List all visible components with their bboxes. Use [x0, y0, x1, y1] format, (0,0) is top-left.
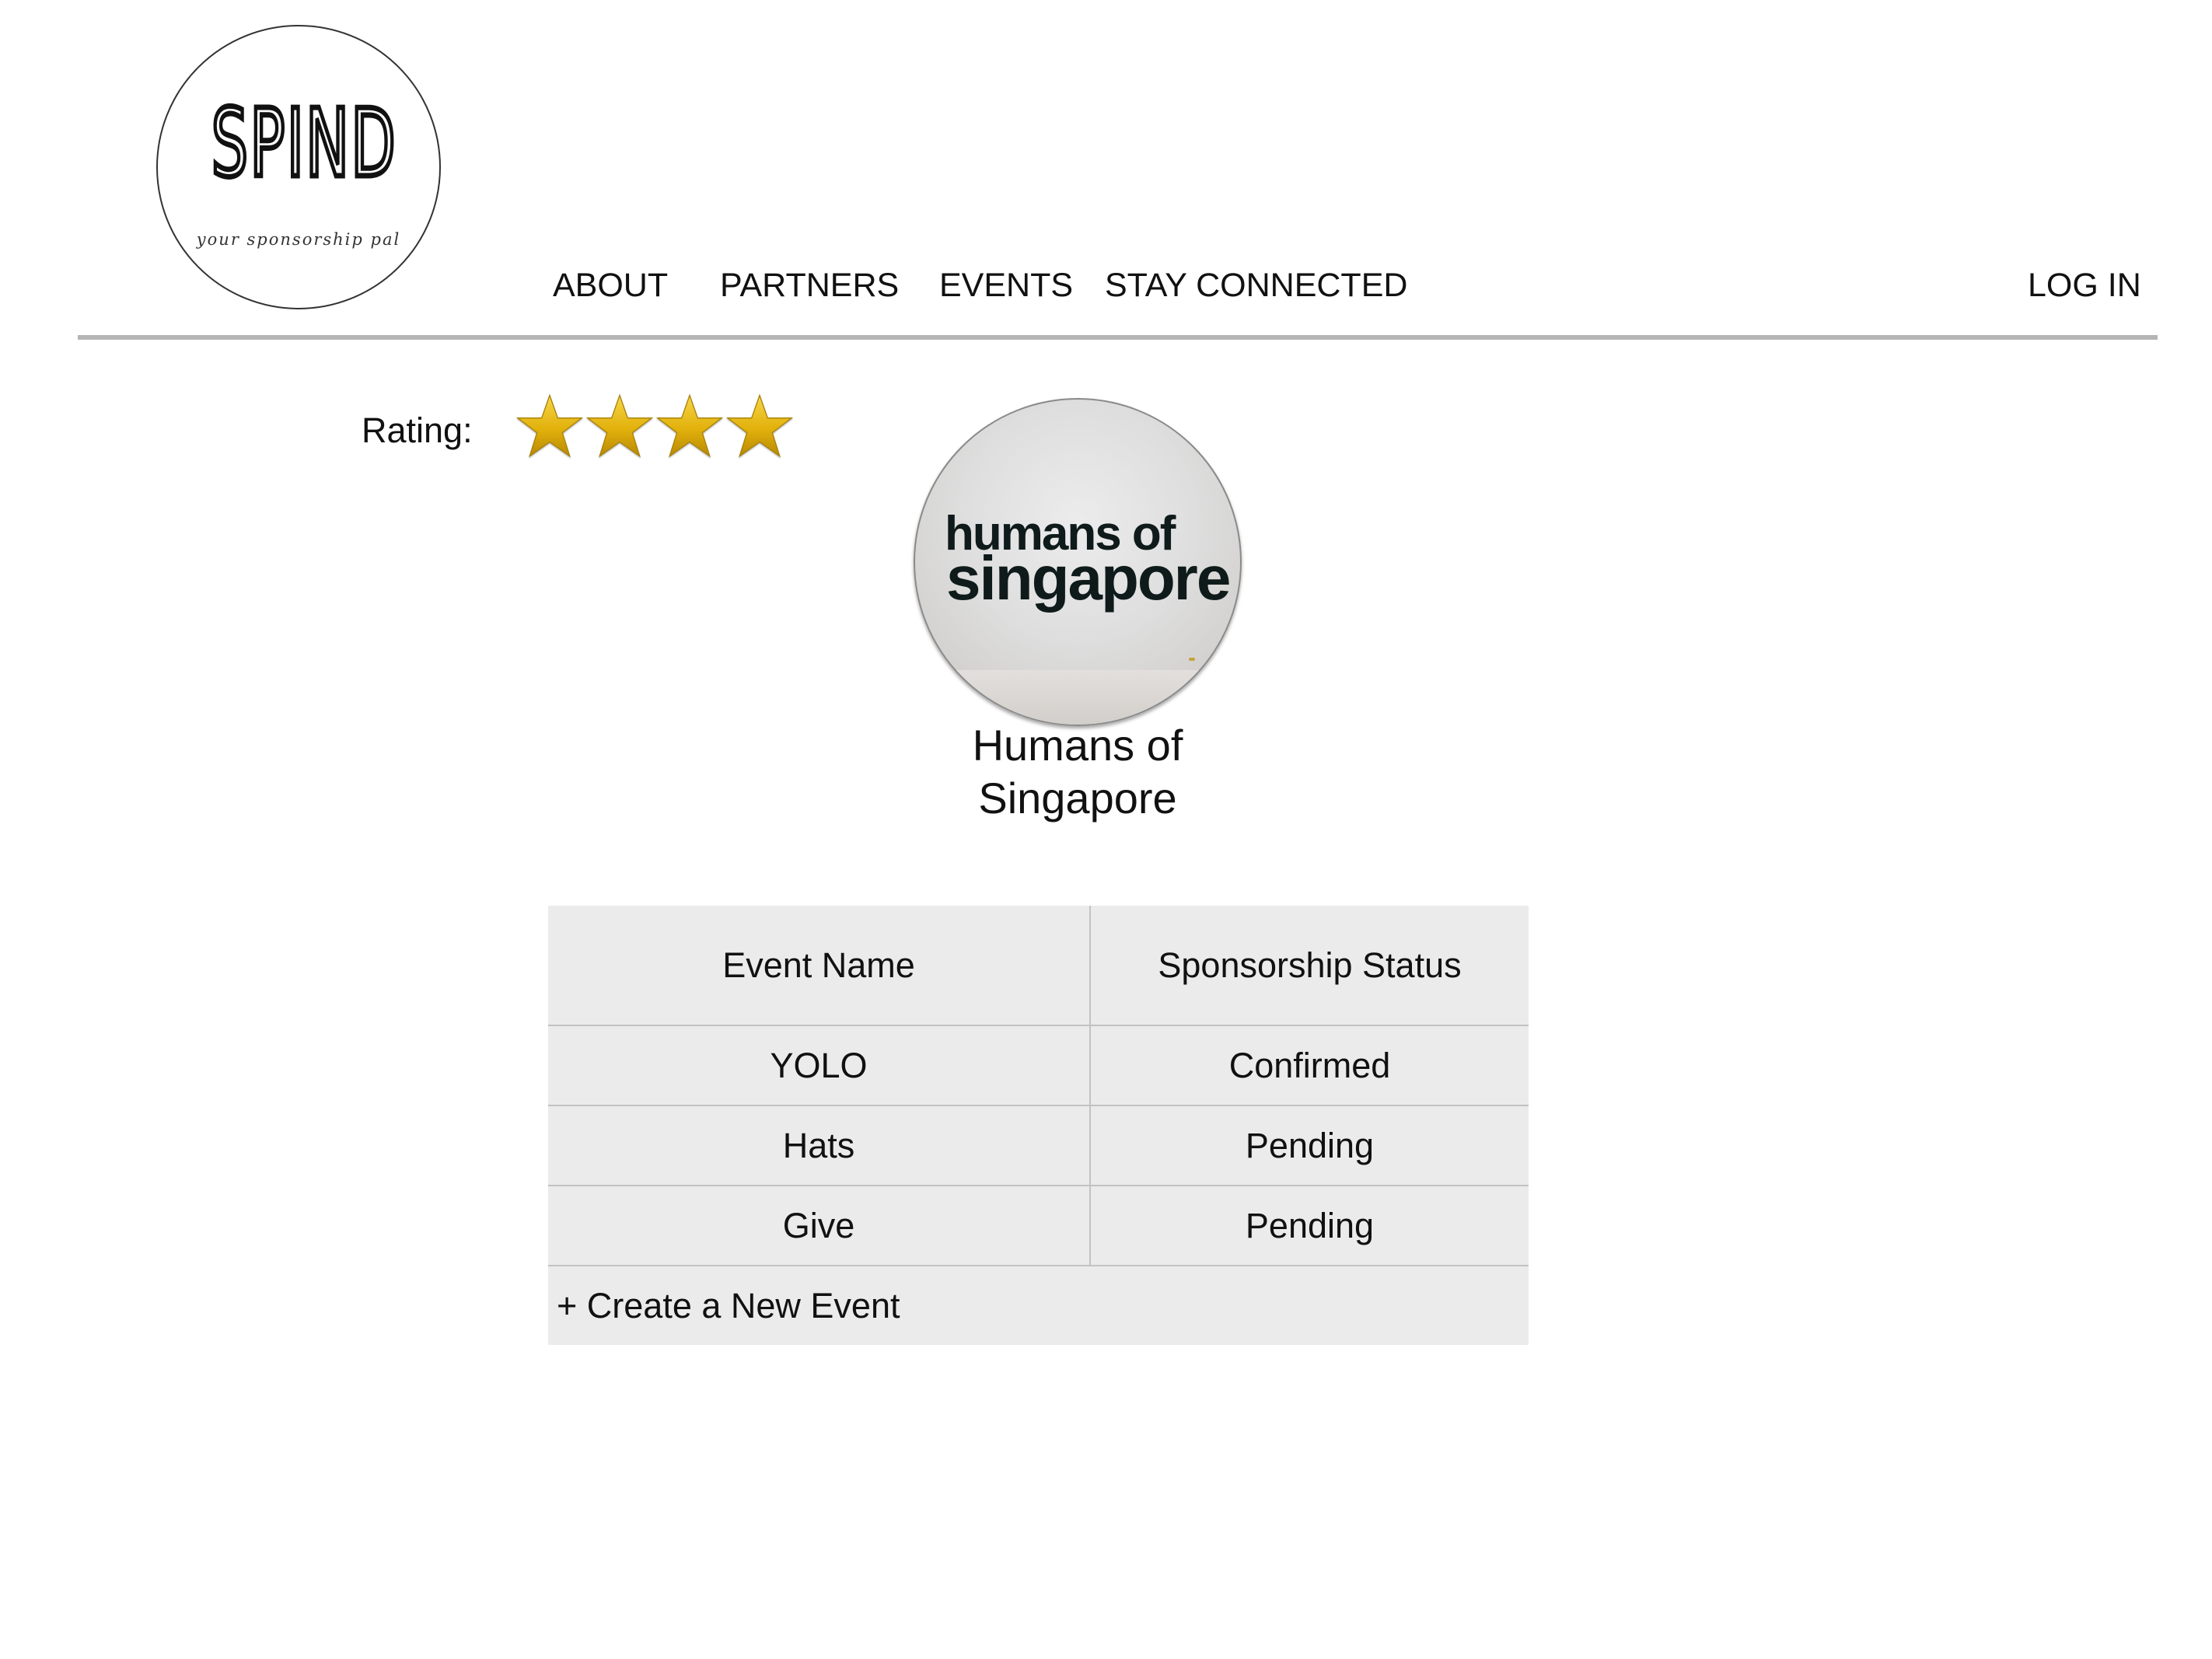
nav-stay-connected[interactable]: STAY CONNECTED — [1105, 269, 1407, 302]
profile-avatar: humans of singapore — [914, 398, 1242, 726]
table-row[interactable]: YOLO Confirmed — [548, 1026, 1529, 1106]
star-icon — [586, 393, 653, 458]
event-name-cell[interactable]: Give — [548, 1186, 1091, 1265]
create-event-row[interactable]: + Create a New Event — [548, 1266, 1529, 1345]
table-row[interactable]: Give Pending — [548, 1186, 1529, 1266]
logo-tagline: your sponsorship pal — [196, 230, 401, 249]
table-header-row: Event Name Sponsorship Status — [548, 906, 1529, 1026]
login-link[interactable]: LOG IN — [2028, 269, 2141, 302]
nav-events[interactable]: EVENTS — [939, 269, 1073, 302]
create-event-button[interactable]: + Create a New Event — [548, 1286, 900, 1326]
logo-wordmark: SPIND — [210, 90, 398, 198]
header-divider — [78, 335, 2158, 340]
status-cell: Confirmed — [1228, 1045, 1391, 1085]
avatar-speck — [1189, 658, 1195, 661]
rating-label: Rating: — [362, 410, 473, 450]
column-header-event-name: Event Name — [548, 906, 1091, 1025]
event-name-cell[interactable]: Hats — [548, 1106, 1091, 1185]
status-cell: Pending — [1245, 1205, 1375, 1245]
spind-logo[interactable]: SPIND your sponsorship pal — [156, 25, 441, 309]
status-cell: Pending — [1245, 1125, 1375, 1165]
star-icon — [726, 393, 793, 458]
nav-about[interactable]: ABOUT — [553, 269, 668, 302]
nav-partners[interactable]: PARTNERS — [720, 269, 899, 302]
column-header-sponsorship-status: Sponsorship Status — [1158, 945, 1462, 985]
avatar-bottom-edge — [915, 670, 1240, 725]
profile-name: Humans of Singapore — [972, 721, 1183, 823]
events-table: Event Name Sponsorship Status YOLO Confi… — [548, 906, 1529, 1345]
event-name-cell[interactable]: YOLO — [548, 1026, 1091, 1105]
rating-stars — [516, 393, 793, 464]
avatar-text-line2: singapore — [946, 543, 1231, 613]
table-row[interactable]: Hats Pending — [548, 1106, 1529, 1186]
star-icon — [656, 393, 723, 458]
star-icon — [516, 393, 583, 458]
